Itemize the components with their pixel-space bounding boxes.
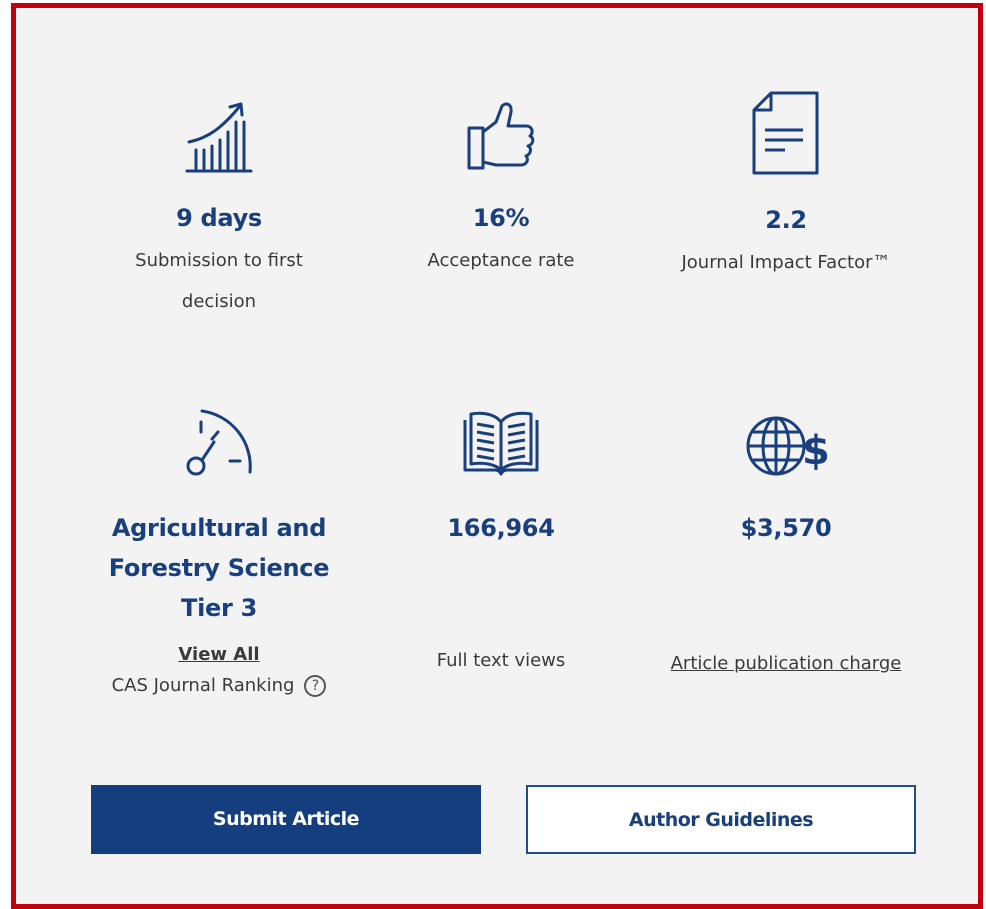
journal-metrics-panel: 9 days Submission to first decision 16% … bbox=[11, 3, 983, 909]
metric-label-line: Submission to first bbox=[135, 250, 303, 271]
author-guidelines-button[interactable]: Author Guidelines bbox=[526, 785, 916, 854]
metric-value: 166,964 bbox=[447, 514, 555, 542]
metric-value: 9 days bbox=[176, 204, 262, 232]
metric-label: Full text views bbox=[436, 650, 566, 671]
metric-value: $3,570 bbox=[740, 514, 832, 542]
globe-dollar-icon: $ bbox=[746, 416, 828, 476]
metric-value: Agricultural and Forestry Science Tier 3 bbox=[79, 508, 359, 628]
metric-label: Journal Impact Factor™ bbox=[681, 252, 891, 273]
metric-value-line: Agricultural and bbox=[111, 514, 327, 542]
view-all-link[interactable]: View All bbox=[178, 644, 259, 665]
metric-label-line: decision bbox=[181, 291, 257, 312]
metric-submission-time: 9 days Submission to first decision bbox=[79, 98, 359, 322]
metric-publication-charge: $ $3,570 Article publication charge bbox=[646, 408, 926, 674]
metric-acceptance-rate: 16% Acceptance rate bbox=[361, 98, 641, 281]
metric-value-line: Forestry Science bbox=[108, 554, 330, 582]
metric-value: 16% bbox=[472, 204, 530, 232]
thumbs-up-icon bbox=[467, 102, 535, 170]
metric-label: Acceptance rate bbox=[427, 250, 575, 271]
metric-impact-factor: 2.2 Journal Impact Factor™ bbox=[646, 91, 926, 283]
growth-chart-icon bbox=[185, 102, 253, 173]
metric-label: Submission to first decision bbox=[79, 240, 359, 322]
metric-label: CAS Journal Ranking bbox=[111, 675, 295, 696]
speedometer-icon bbox=[186, 409, 252, 476]
metric-full-text-views: 166,964 Full text views bbox=[361, 408, 641, 681]
metric-label-row: CAS Journal Ranking? bbox=[79, 665, 359, 706]
document-icon bbox=[752, 91, 819, 175]
publication-charge-link[interactable]: Article publication charge bbox=[671, 653, 902, 674]
svg-text:$: $ bbox=[802, 428, 828, 474]
submit-article-button[interactable]: Submit Article bbox=[91, 785, 481, 854]
help-icon[interactable]: ? bbox=[304, 675, 327, 697]
open-book-icon bbox=[463, 411, 539, 476]
metric-value-line: Tier 3 bbox=[181, 594, 257, 622]
metric-value: 2.2 bbox=[765, 206, 807, 234]
metric-cas-ranking: Agricultural and Forestry Science Tier 3… bbox=[79, 408, 359, 706]
